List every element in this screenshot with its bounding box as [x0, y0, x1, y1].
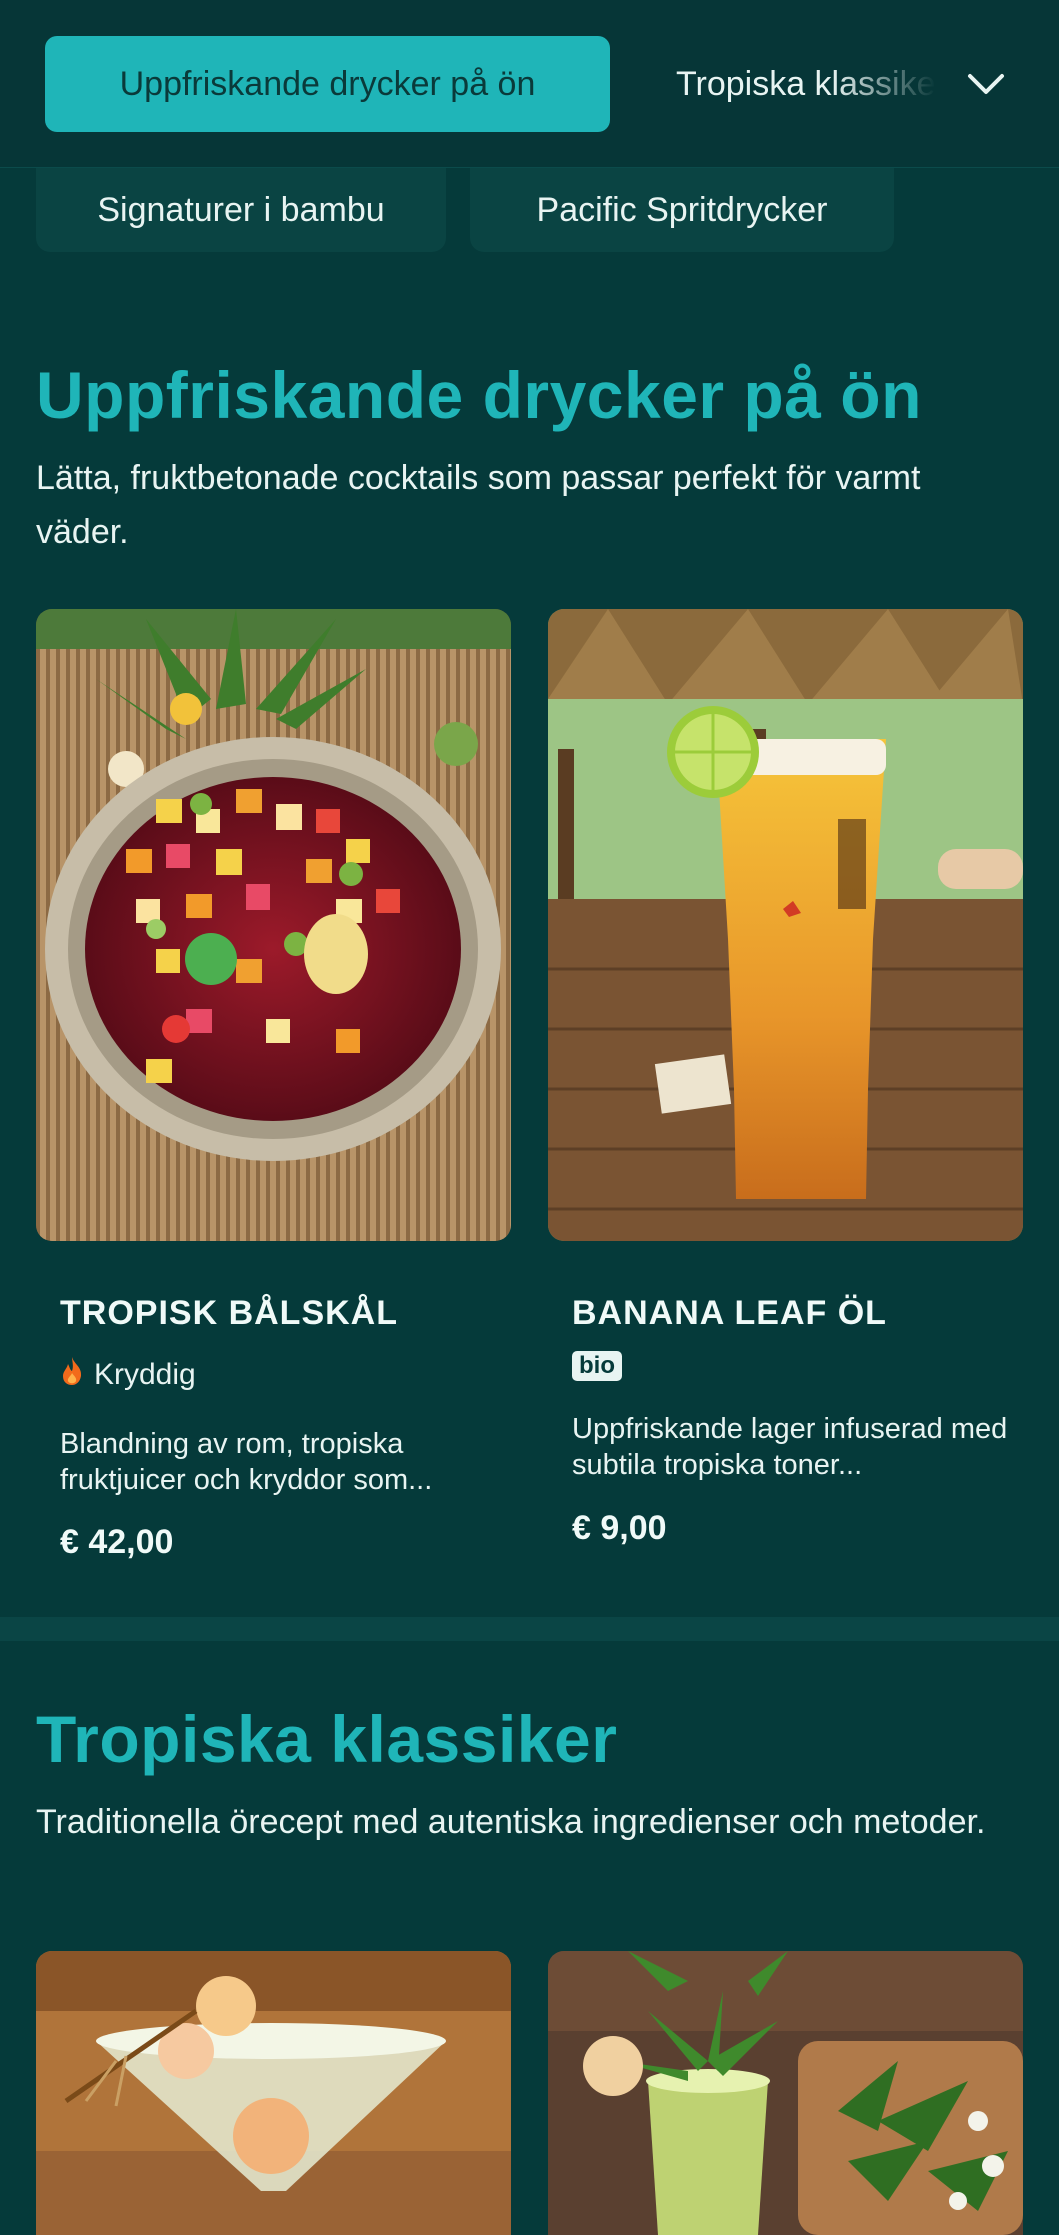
tag-label: Kryddig — [94, 1358, 196, 1391]
martini-image[interactable] — [36, 1951, 511, 2235]
spicy-tag: Kryddig — [60, 1356, 196, 1394]
item-name[interactable]: BANANA LEAF ÖL — [572, 1294, 887, 1333]
beer-glass-image[interactable] — [548, 609, 1023, 1241]
section-divider — [0, 1617, 1059, 1641]
category-nav-bar: Uppfriskande drycker på ön Tropiska klas… — [0, 0, 1059, 168]
bio-badge: bio — [572, 1351, 622, 1381]
tab-uppfriskande-drycker[interactable]: Uppfriskande drycker på ön — [45, 36, 610, 132]
punch-bowl-image[interactable] — [36, 609, 511, 1241]
fire-icon — [60, 1356, 84, 1394]
section-title: Tropiska klassiker — [36, 1702, 618, 1776]
tab-tropiska-klassiker[interactable]: Tropiska klassiker — [676, 36, 936, 132]
item-name[interactable]: TROPISK BÅLSKÅL — [60, 1294, 398, 1333]
item-price: € 9,00 — [572, 1509, 667, 1547]
item-description: Uppfriskande lager infuserad med subtila… — [572, 1413, 1008, 1481]
section-title: Uppfriskande drycker på ön — [36, 358, 922, 432]
chevron-down-icon[interactable] — [962, 60, 1010, 108]
category-chips: Signaturer i bambu Pacific Spritdrycker — [0, 168, 1059, 254]
section-description: Lätta, fruktbetonade cocktails som passa… — [36, 459, 921, 551]
section-description: Traditionella örecept med autentiska ing… — [36, 1803, 986, 1841]
item-description: Blandning av rom, tropiska fruktjuicer o… — [60, 1428, 433, 1496]
mojito-image[interactable] — [548, 1951, 1023, 2235]
chip-pacific-spritdrycker[interactable]: Pacific Spritdrycker — [470, 168, 894, 252]
item-price: € 42,00 — [60, 1523, 174, 1561]
chip-signaturer-i-bambu[interactable]: Signaturer i bambu — [36, 168, 446, 252]
bio-tag: bio — [572, 1351, 622, 1381]
